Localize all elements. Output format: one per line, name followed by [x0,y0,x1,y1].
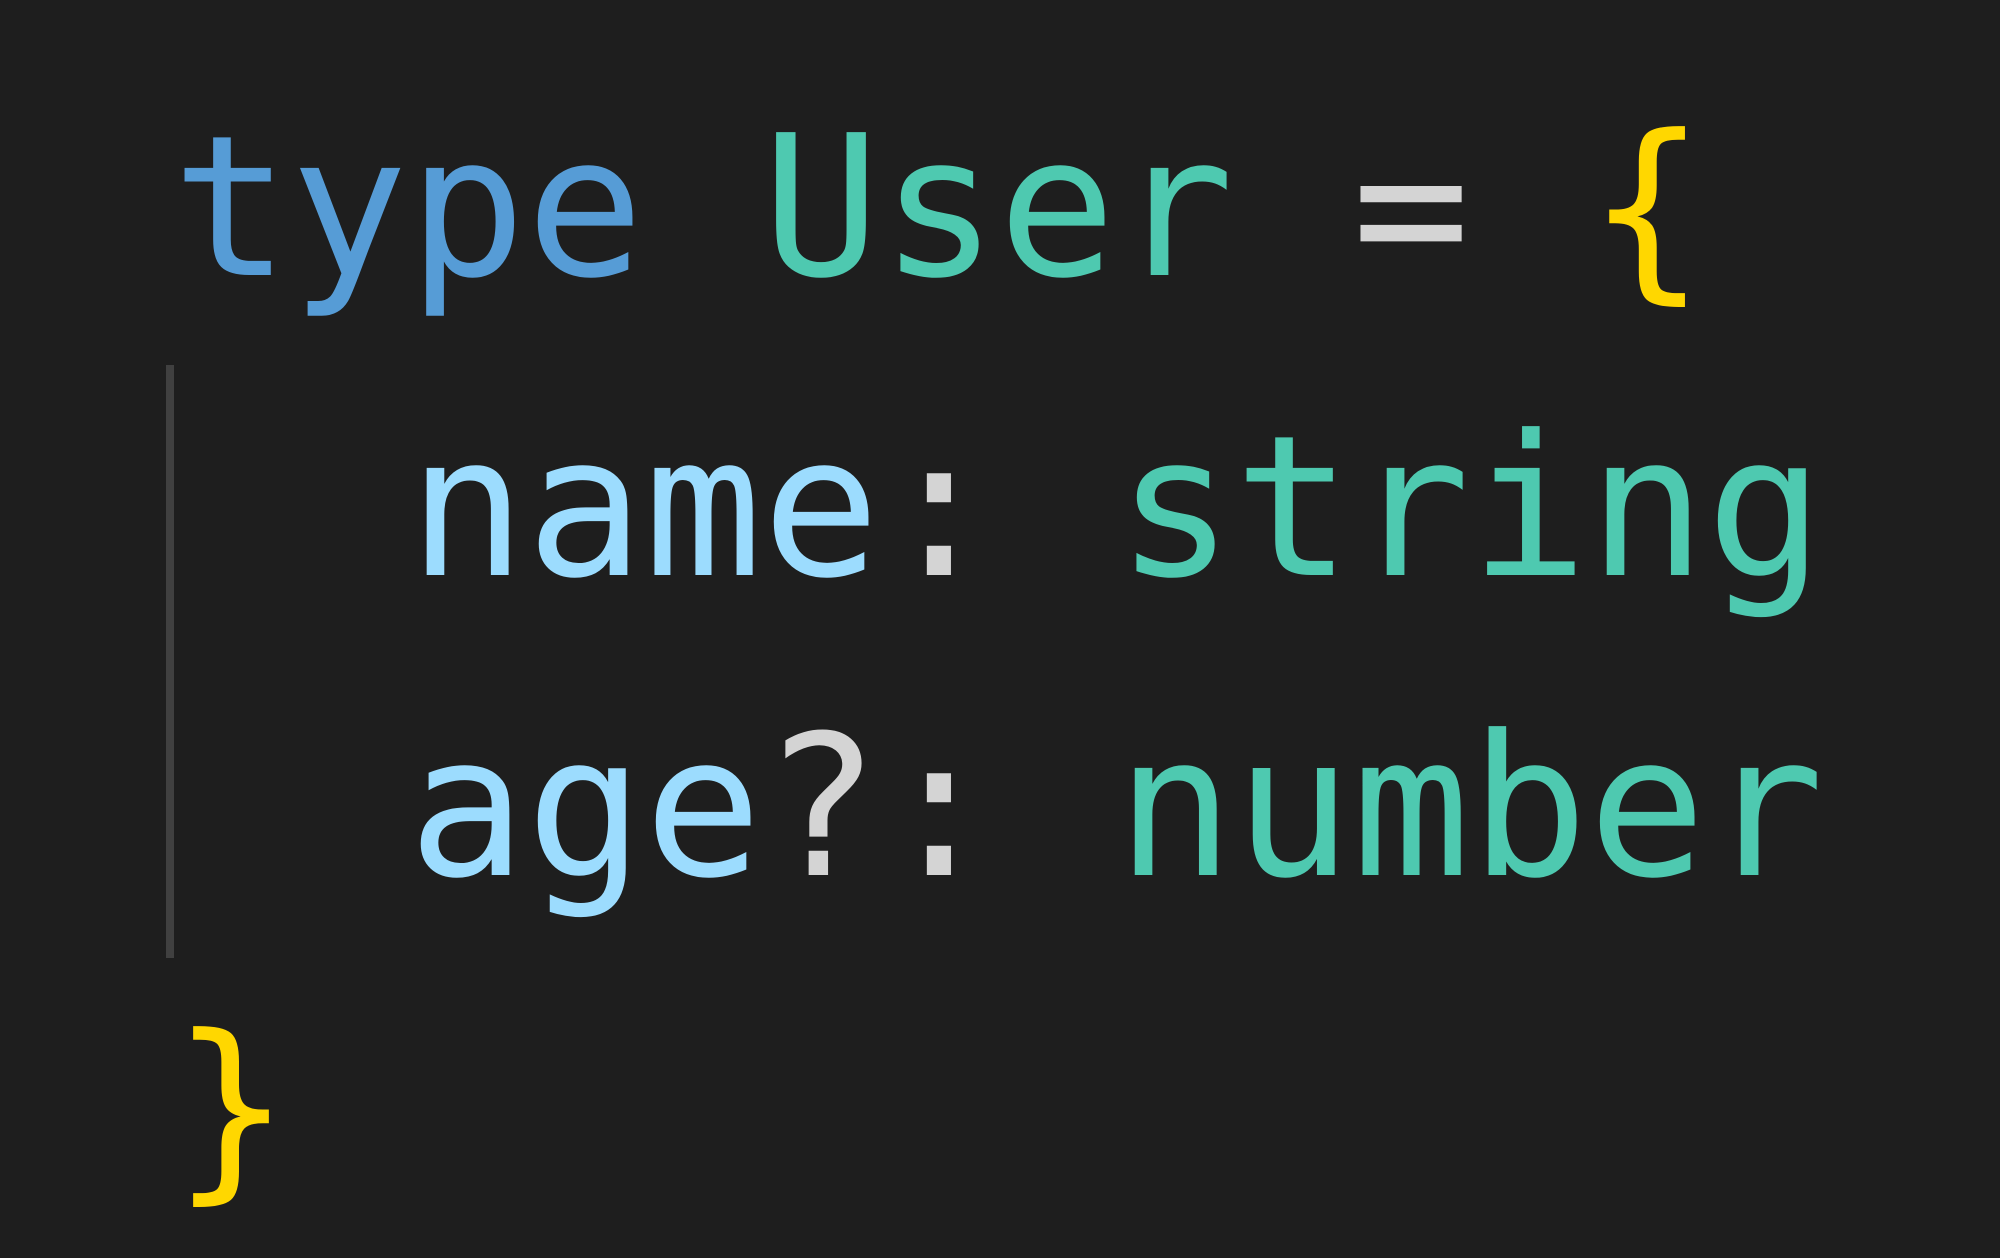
code-line-3: age?: number [172,658,1824,958]
keyword-type: type [172,94,645,322]
colon: : [880,394,999,622]
code-line-1: type User = { [172,58,1824,358]
code-line-2: name: string [172,358,1824,658]
type-name: User [762,94,1235,322]
code-line-4: } [172,958,1824,1258]
property-type: number [1116,694,1825,922]
equals-operator: = [1352,94,1471,322]
property-name: age [408,694,763,922]
open-brace: { [1588,94,1707,322]
property-name: name [408,394,881,622]
property-type: string [1116,394,1825,622]
colon: : [880,694,999,922]
optional-marker: ? [762,694,881,922]
code-block[interactable]: type User = { name: string age?: number … [172,58,1824,1258]
close-brace: } [172,994,291,1222]
